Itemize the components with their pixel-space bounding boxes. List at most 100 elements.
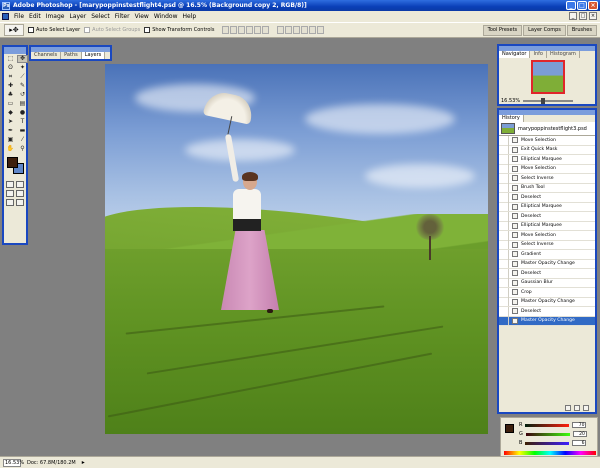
new-snapshot-icon[interactable] xyxy=(574,404,580,411)
hand-tool-icon[interactable]: ✋ xyxy=(5,145,16,153)
clone-stamp-tool-icon[interactable]: ♣ xyxy=(5,91,16,99)
menu-view[interactable]: View xyxy=(135,13,149,20)
r-slider[interactable] xyxy=(525,423,570,427)
pen-tool-icon[interactable]: ✒ xyxy=(5,127,16,135)
blur-tool-icon[interactable]: ◆ xyxy=(5,109,16,117)
navigator-preview[interactable] xyxy=(531,60,565,94)
history-brush-source-toggle[interactable] xyxy=(499,240,509,250)
auto-select-groups-checkbox[interactable]: Auto Select Groups xyxy=(84,27,140,33)
distribute-right-icon[interactable] xyxy=(317,26,325,34)
history-brush-source-toggle[interactable] xyxy=(499,202,509,212)
lasso-tool-icon[interactable]: ʘ xyxy=(5,64,16,72)
tab-channels[interactable]: Channels xyxy=(31,52,62,59)
align-bottom-icon[interactable] xyxy=(238,26,246,34)
tab-tool-presets[interactable]: Tool Presets xyxy=(482,25,523,36)
foreground-color-swatch[interactable] xyxy=(7,157,18,168)
history-brush-source-toggle[interactable] xyxy=(499,135,509,145)
healing-brush-tool-icon[interactable]: ✚ xyxy=(5,82,16,90)
navigator-zoom-value[interactable]: 16.53% xyxy=(501,98,520,104)
history-brush-source-toggle[interactable] xyxy=(499,316,509,326)
menu-edit[interactable]: Edit xyxy=(29,13,41,20)
menu-image[interactable]: Image xyxy=(46,13,65,20)
maximize-button[interactable]: □ xyxy=(577,1,587,10)
type-tool-icon[interactable]: T xyxy=(17,118,28,126)
quick-mask-mode-icon[interactable] xyxy=(16,181,24,188)
path-selection-tool-icon[interactable]: ➤ xyxy=(5,118,16,126)
r-value-input[interactable]: 70 xyxy=(572,422,587,428)
history-brush-source-toggle[interactable] xyxy=(499,145,509,155)
history-brush-source-toggle[interactable] xyxy=(499,154,509,164)
crop-tool-icon[interactable]: ⌗ xyxy=(5,73,16,81)
history-item[interactable]: Elliptical Marquee xyxy=(499,202,595,212)
menu-window[interactable]: Window xyxy=(154,13,178,20)
history-brush-source-toggle[interactable] xyxy=(499,287,509,297)
history-brush-source-toggle[interactable] xyxy=(499,278,509,288)
document-icon[interactable] xyxy=(2,13,9,20)
history-brush-source-toggle[interactable] xyxy=(499,306,509,316)
g-slider[interactable] xyxy=(525,432,570,436)
tab-layer-comps[interactable]: Layer Comps xyxy=(523,25,566,36)
checkbox-box[interactable] xyxy=(144,27,151,33)
full-screen-menu-mode-icon[interactable] xyxy=(16,190,24,197)
eyedropper-tool-icon[interactable]: ⁄ xyxy=(17,136,28,144)
standard-mode-icon[interactable] xyxy=(6,181,14,188)
new-document-from-state-icon[interactable] xyxy=(565,404,571,411)
history-item[interactable]: Select Inverse xyxy=(499,173,595,184)
menu-select[interactable]: Select xyxy=(91,13,110,20)
b-value-input[interactable]: 6 xyxy=(572,440,587,446)
distribute-bottom-icon[interactable] xyxy=(293,26,301,34)
zoom-tool-icon[interactable]: ⚲ xyxy=(17,145,28,153)
history-brush-source-toggle[interactable] xyxy=(499,211,509,221)
tab-layers[interactable]: Layers xyxy=(81,52,106,59)
history-brush-source-toggle[interactable] xyxy=(499,221,509,231)
align-left-icon[interactable] xyxy=(246,26,254,34)
tab-info[interactable]: Info xyxy=(530,51,547,58)
history-item[interactable]: Exit Quick Mask xyxy=(499,145,595,155)
marquee-tool-icon[interactable]: ⬚ xyxy=(5,55,16,63)
checkbox-box[interactable] xyxy=(84,27,91,33)
slider-knob[interactable] xyxy=(541,98,546,104)
history-item[interactable]: Brush Tool xyxy=(499,183,595,193)
tab-history[interactable]: History xyxy=(499,115,524,122)
history-item[interactable]: Deselect xyxy=(499,268,595,279)
menu-filter[interactable]: Filter xyxy=(115,13,130,20)
color-panel-swatch[interactable] xyxy=(505,424,514,433)
history-item[interactable]: Gradient xyxy=(499,249,595,260)
history-item[interactable]: Deselect xyxy=(499,306,595,317)
color-spectrum-ramp[interactable] xyxy=(504,451,596,455)
align-top-icon[interactable] xyxy=(222,26,230,34)
align-right-icon[interactable] xyxy=(262,26,270,34)
close-button[interactable]: × xyxy=(588,1,598,10)
navigator-zoom-slider[interactable] xyxy=(523,98,574,104)
distribute-top-icon[interactable] xyxy=(277,26,285,34)
history-brush-source-toggle[interactable] xyxy=(499,173,509,183)
align-vcenter-icon[interactable] xyxy=(230,26,238,34)
history-brush-source-toggle[interactable] xyxy=(499,183,509,193)
history-item[interactable]: Elliptical Marquee xyxy=(499,154,595,165)
full-screen-mode-icon[interactable] xyxy=(6,199,14,206)
doc-restore-button[interactable]: □ xyxy=(579,12,587,20)
history-item[interactable]: Move Selection xyxy=(499,230,595,241)
history-brush-source-toggle[interactable] xyxy=(499,164,509,174)
history-snapshot[interactable]: marypoppinstestflight3.psd xyxy=(499,122,595,136)
show-transform-controls-checkbox[interactable]: Show Transform Controls xyxy=(144,27,214,33)
eraser-tool-icon[interactable]: ▭ xyxy=(5,100,16,108)
history-item[interactable]: Select Inverse xyxy=(499,240,595,250)
align-hcenter-icon[interactable] xyxy=(254,26,262,34)
tab-navigator[interactable]: Navigator xyxy=(499,51,531,58)
auto-select-layer-checkbox[interactable]: Auto Select Layer xyxy=(28,27,80,33)
slice-tool-icon[interactable]: ⟋ xyxy=(17,73,28,81)
tab-histogram[interactable]: Histogram xyxy=(547,51,580,58)
history-brush-tool-icon[interactable]: ↺ xyxy=(17,91,28,99)
distribute-hcenter-icon[interactable] xyxy=(309,26,317,34)
history-brush-source-toggle[interactable] xyxy=(499,259,509,269)
history-item[interactable]: Crop xyxy=(499,287,595,298)
minimize-button[interactable]: _ xyxy=(566,1,576,10)
status-menu-arrow-icon[interactable]: ▸ xyxy=(82,459,85,466)
history-item[interactable]: Deselect xyxy=(499,211,595,222)
tab-paths[interactable]: Paths xyxy=(61,52,82,59)
toolbox-titlebar[interactable] xyxy=(4,47,26,54)
checkbox-box[interactable] xyxy=(28,27,34,33)
b-slider[interactable] xyxy=(525,441,570,445)
history-brush-source-toggle[interactable] xyxy=(499,249,509,259)
